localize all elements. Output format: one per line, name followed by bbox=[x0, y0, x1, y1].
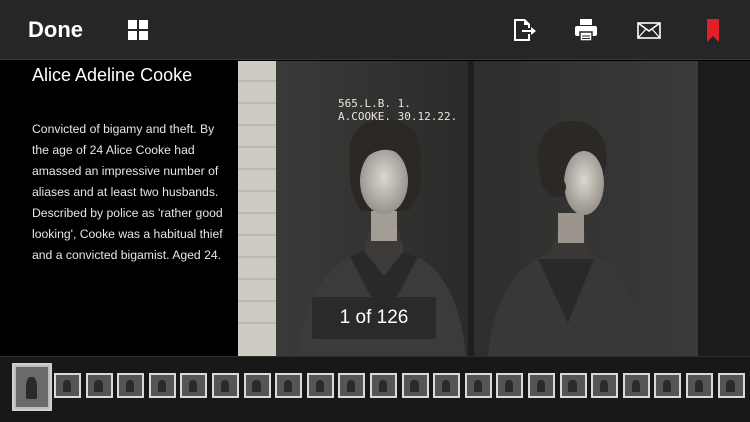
filmstrip-thumbnail[interactable] bbox=[496, 373, 524, 398]
thumbnail-image bbox=[245, 375, 269, 396]
filmstrip-thumbnail[interactable] bbox=[433, 373, 461, 398]
thumbnail-image bbox=[624, 375, 648, 396]
plate-text-line2: A.COOKE. 30.12.22. bbox=[338, 110, 457, 123]
thumbnail-image bbox=[277, 375, 301, 396]
filmstrip-thumbnail[interactable] bbox=[622, 373, 650, 398]
filmstrip-thumbnail[interactable] bbox=[54, 373, 81, 398]
photo-description: Convicted of bigamy and theft. By the ag… bbox=[32, 122, 223, 262]
thumbnail-image bbox=[719, 375, 743, 396]
thumbnail-image bbox=[87, 375, 111, 396]
thumbnail-image bbox=[56, 375, 79, 396]
filmstrip-thumbnail[interactable] bbox=[370, 373, 397, 398]
filmstrip-thumbnail[interactable] bbox=[306, 373, 334, 398]
filmstrip-thumbnail[interactable] bbox=[401, 373, 429, 398]
filmstrip-thumbnail[interactable] bbox=[717, 373, 745, 398]
thumbnail-image bbox=[530, 375, 553, 396]
filmstrip-thumbnail[interactable] bbox=[591, 373, 619, 398]
thumbnail-filmstrip[interactable] bbox=[0, 356, 750, 422]
bookmark-icon bbox=[707, 19, 719, 42]
grid-view-button[interactable] bbox=[128, 20, 148, 40]
export-button[interactable] bbox=[512, 18, 538, 42]
mail-icon bbox=[637, 22, 661, 39]
thumbnail-image bbox=[119, 375, 143, 396]
thumbnail-image bbox=[308, 375, 332, 396]
thumbnail-image bbox=[182, 375, 206, 396]
grid-icon bbox=[128, 20, 148, 40]
filmstrip-thumbnail[interactable] bbox=[243, 373, 271, 398]
thumbnail-image bbox=[593, 375, 617, 396]
filmstrip-thumbnail[interactable] bbox=[686, 373, 713, 398]
filmstrip-thumbnail[interactable] bbox=[338, 373, 366, 398]
filmstrip-thumbnail[interactable] bbox=[148, 373, 176, 398]
thumbnail-image bbox=[435, 375, 459, 396]
filmstrip-thumbnail[interactable] bbox=[654, 373, 682, 398]
thumbnail-image bbox=[16, 367, 48, 407]
plate-text-line1: 565.L.B. 1. bbox=[338, 97, 411, 110]
thumbnail-image bbox=[466, 375, 490, 396]
thumbnail-image bbox=[688, 375, 711, 396]
export-icon bbox=[514, 19, 536, 41]
filmstrip-thumbnail[interactable] bbox=[275, 373, 303, 398]
photo-title: Alice Adeline Cooke bbox=[32, 65, 193, 85]
done-button[interactable]: Done bbox=[28, 17, 83, 43]
thumbnail-image bbox=[403, 375, 427, 396]
filmstrip-thumbnail[interactable] bbox=[85, 373, 113, 398]
main-photo[interactable]: 565.L.B. 1. A.COOKE. 30.12.22. 1 of 126 bbox=[238, 61, 750, 356]
filmstrip-thumbnail[interactable] bbox=[180, 373, 208, 398]
description-panel: Alice Adeline Cooke Convicted of bigamy … bbox=[0, 61, 238, 356]
filmstrip-thumbnail[interactable] bbox=[464, 373, 492, 398]
filmstrip-thumbnail[interactable] bbox=[212, 373, 239, 398]
thumbnail-image bbox=[561, 375, 585, 396]
bookmark-button[interactable] bbox=[702, 18, 728, 42]
top-toolbar: Done bbox=[0, 0, 750, 60]
mail-button[interactable] bbox=[636, 18, 662, 42]
thumbnail-image bbox=[498, 375, 522, 396]
thumbnail-image bbox=[340, 375, 364, 396]
thumbnail-image bbox=[656, 375, 680, 396]
filmstrip-thumbnail[interactable] bbox=[117, 373, 145, 398]
filmstrip-thumbnail[interactable] bbox=[12, 363, 52, 411]
thumbnail-image bbox=[214, 375, 237, 396]
photo-counter: 1 of 126 bbox=[312, 297, 436, 339]
filmstrip-thumbnail[interactable] bbox=[559, 373, 587, 398]
print-icon bbox=[575, 19, 597, 42]
filmstrip-thumbnail[interactable] bbox=[528, 373, 555, 398]
thumbnail-image bbox=[372, 375, 395, 396]
print-button[interactable] bbox=[573, 18, 599, 42]
thumbnail-image bbox=[150, 375, 174, 396]
